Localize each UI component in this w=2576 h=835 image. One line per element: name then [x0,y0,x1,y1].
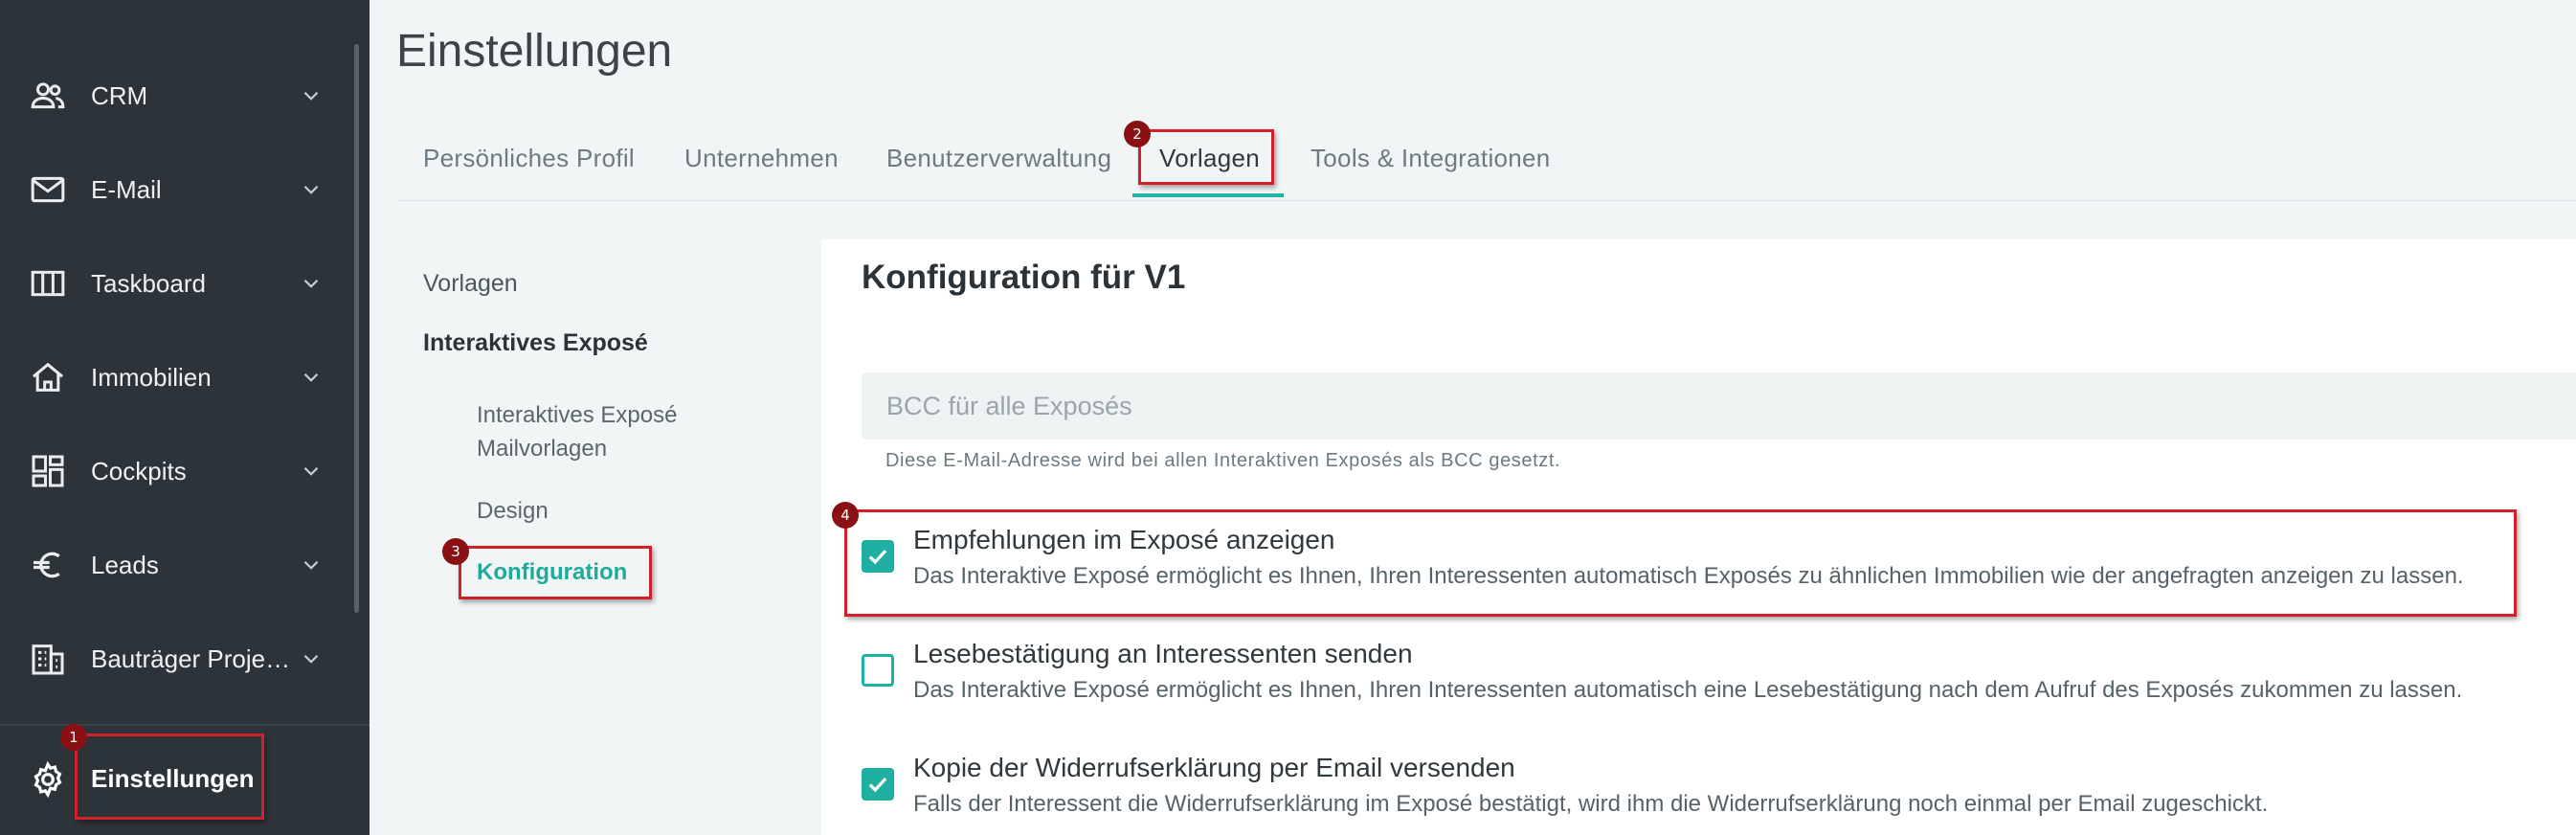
lesebestaetigung-checkbox[interactable] [862,654,894,687]
sidebar-item-label: Bauträger Proje… [91,643,291,673]
subnav-vorlagen[interactable]: Vorlagen [423,270,518,298]
step-badge-3: 3 [442,538,469,565]
subnav-mailvorlagen-line2: Mailvorlagen [477,436,608,462]
chevron-down-icon [299,459,324,484]
sidebar-item-einstellungen[interactable]: Einstellungen [0,737,370,824]
tab-vorlagen[interactable]: Vorlagen [1159,144,1260,173]
chevron-down-icon [299,271,324,296]
sidebar-item-crm[interactable]: CRM [0,49,345,143]
option-title: Empfehlungen im Exposé anzeigen [913,525,1335,554]
option-title: Lesebestätigung an Interessenten senden [913,639,1413,668]
check-icon [868,549,887,565]
sidebar-item-label: Einstellungen [91,764,255,793]
option-title: Kopie der Widerrufserklärung per Email v… [913,753,1515,782]
tab-bar: Persönliches Profil Unternehmen Benutzer… [396,123,2576,201]
option-description: Falls der Interessent die Widerrufserklä… [913,791,2269,817]
chevron-down-icon [299,83,324,108]
step-badge-2: 2 [1124,121,1151,147]
tab-tools-integrationen[interactable]: Tools & Integrationen [1310,144,1551,173]
sidebar-item-label: Cockpits [91,456,187,485]
sidebar-scrollbar[interactable] [354,44,359,613]
subnav-design[interactable]: Design [477,494,549,528]
empfehlungen-checkbox[interactable] [862,540,894,573]
subnav-mailvorlagen[interactable]: Interaktives Exposé Mailvorlagen [477,398,677,465]
people-icon [29,77,67,115]
home-icon [29,358,67,396]
sidebar-item-immobilien[interactable]: Immobilien [0,330,345,424]
option-description: Das Interaktive Exposé ermöglicht es Ihn… [913,563,2464,589]
widerruf-kopie-checkbox[interactable] [862,768,894,801]
sidebar-divider [0,724,370,726]
sidebar-item-label: Taskboard [91,268,206,298]
option-description: Das Interaktive Exposé ermöglicht es Ihn… [913,677,2463,703]
bcc-input[interactable] [862,372,2576,440]
sidebar-item-label: CRM [91,80,148,110]
sidebar-item-label: Immobilien [91,362,212,392]
sidebar-item-label: Leads [91,550,159,579]
active-tab-indicator [1132,193,1284,197]
sidebar-item-leads[interactable]: Leads [0,518,345,612]
app-root: CRM E-Mail Taskboard Immobilien Cockpits… [0,0,2576,835]
page-title: Einstellungen [396,26,673,77]
sidebar-item-email[interactable]: E-Mail [0,143,345,237]
subnav-mailvorlagen-line1: Interaktives Exposé [477,402,678,428]
subnav-konfiguration[interactable]: Konfiguration [477,555,627,589]
chevron-down-icon [299,365,324,390]
step-badge-1: 1 [60,724,87,751]
columns-icon [29,264,67,303]
sidebar-item-taskboard[interactable]: Taskboard [0,237,345,330]
step-badge-4: 4 [832,502,859,529]
sidebar-item-bautraeger-projekte[interactable]: Bauträger Proje… [0,612,345,706]
config-title: Konfiguration für V1 [862,259,1186,296]
subnav-group-interaktives-expose[interactable]: Interaktives Exposé [423,329,648,357]
building-icon [29,640,67,678]
chevron-down-icon [299,646,324,671]
tab-unternehmen[interactable]: Unternehmen [684,144,839,173]
chevron-down-icon [299,553,324,577]
gear-icon [29,760,67,799]
sidebar-item-label: E-Mail [91,174,162,204]
tab-benutzerverwaltung[interactable]: Benutzerverwaltung [886,144,1111,173]
sidebar-item-cockpits[interactable]: Cockpits [0,424,345,518]
euro-icon [29,546,67,584]
sidebar: CRM E-Mail Taskboard Immobilien Cockpits… [0,0,370,835]
bcc-hint: Diese E-Mail-Adresse wird bei allen Inte… [885,450,1561,471]
chevron-down-icon [299,177,324,202]
tab-persoenliches-profil[interactable]: Persönliches Profil [423,144,635,173]
mail-icon [29,170,67,209]
dashboard-icon [29,452,67,490]
check-icon [868,777,887,793]
